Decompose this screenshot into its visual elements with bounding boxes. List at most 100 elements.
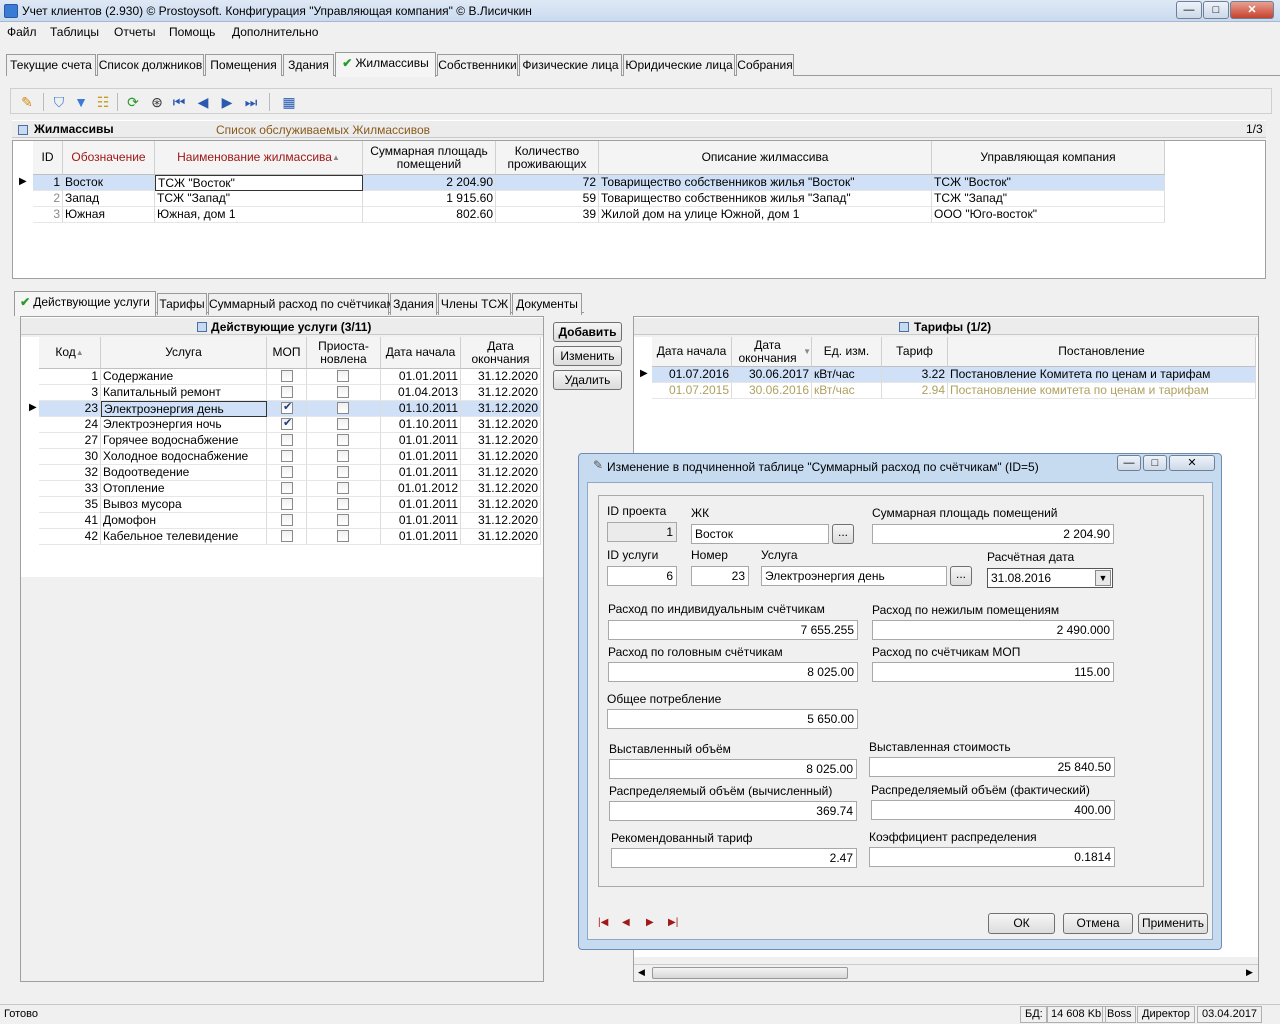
service-name-cell[interactable]: Холодное водоснабжение (101, 449, 267, 465)
suspended-checkbox[interactable] (337, 514, 349, 526)
estate-code-cell[interactable]: Восток (63, 175, 155, 191)
mop-meters-field[interactable]: 115.00 (872, 662, 1114, 682)
col-company[interactable]: Управляющая компания (932, 141, 1165, 175)
tab-meter-totals[interactable]: Суммарный расход по счётчикам (208, 293, 395, 315)
service-code-cell[interactable]: 33 (39, 481, 101, 497)
estate-id-cell[interactable]: 1 (33, 175, 63, 191)
service-name-cell[interactable]: Капитальный ремонт (101, 385, 267, 401)
col-name[interactable]: Наименование жилмассива ▲ (155, 141, 363, 175)
grid-settings-icon[interactable]: ▦ (281, 94, 297, 110)
mop-checkbox[interactable] (281, 514, 293, 526)
scroll-left-icon[interactable]: ◀ (638, 967, 645, 978)
estate-residents-cell[interactable]: 59 (496, 191, 599, 207)
col-resolution[interactable]: Постановление (948, 337, 1256, 367)
dialog-close-button[interactable]: ✕ (1169, 455, 1215, 471)
ok-button[interactable]: ОК (988, 913, 1055, 934)
dialog-minimize-button[interactable]: — (1117, 455, 1141, 471)
mop-checkbox[interactable] (281, 530, 293, 542)
service-code-cell[interactable]: 32 (39, 465, 101, 481)
start-date-cell[interactable]: 01.01.2011 (381, 465, 461, 481)
service-name-cell[interactable]: Горячее водоснабжение (101, 433, 267, 449)
service-name-cell[interactable]: Содержание (101, 369, 267, 385)
mop-checkbox[interactable] (281, 434, 293, 446)
start-date-cell[interactable]: 01.01.2011 (381, 369, 461, 385)
menu-file[interactable]: Файл (7, 25, 37, 39)
first-record-icon[interactable]: |◀ (598, 917, 608, 928)
estate-description-cell[interactable]: Товарищество собственников жилья "Запад" (599, 191, 932, 207)
scroll-thumb[interactable] (652, 967, 848, 979)
service-code-cell[interactable]: 30 (39, 449, 101, 465)
menu-tables[interactable]: Таблицы (50, 25, 99, 39)
end-date-cell[interactable]: 31.12.2020 (461, 513, 541, 529)
estate-name-cell[interactable]: Южная, дом 1 (155, 207, 363, 223)
edit-button[interactable]: Изменить (553, 346, 622, 366)
suspended-checkbox[interactable] (337, 402, 349, 414)
chevron-down-icon[interactable]: ▼ (1095, 570, 1111, 586)
pencil-icon[interactable]: ✎ (19, 94, 35, 110)
tariffs-scrollbar[interactable]: ◀ ▶ (634, 964, 1258, 981)
col-code[interactable]: Обозначение (63, 141, 155, 175)
suspended-checkbox[interactable] (337, 450, 349, 462)
prev-record-icon[interactable]: ◀ (195, 94, 211, 110)
last-record-icon[interactable]: ⏭ (243, 94, 259, 110)
estate-name-cell[interactable]: ТСЖ "Запад" (155, 191, 363, 207)
service-name-cell[interactable]: Домофон (101, 513, 267, 529)
service-id-field[interactable]: 6 (607, 566, 677, 586)
end-date-cell[interactable]: 31.12.2020 (461, 417, 541, 433)
start-date-cell[interactable]: 01.01.2011 (381, 433, 461, 449)
next-record-icon[interactable]: ▶ (219, 94, 235, 110)
calc-date-select[interactable]: 31.08.2016 ▼ (987, 568, 1113, 588)
mop-checkbox[interactable] (281, 466, 293, 478)
service-name-cell[interactable]: Электроэнергия день (101, 401, 267, 417)
tab-individuals[interactable]: Физические лица (519, 54, 622, 76)
mop-checkbox[interactable] (281, 450, 293, 462)
prev-record-icon[interactable]: ◀ (622, 917, 630, 928)
suspended-checkbox[interactable] (337, 530, 349, 542)
suspended-checkbox[interactable] (337, 498, 349, 510)
col-residents[interactable]: Количество проживающих (496, 141, 599, 175)
filter-icon[interactable]: ⛉ (51, 94, 67, 110)
estate-description-cell[interactable]: Жилой дом на улице Южной, дом 1 (599, 207, 932, 223)
last-record-icon[interactable]: ▶| (668, 917, 678, 928)
billed-volume-field[interactable]: 8 025.00 (609, 759, 857, 779)
end-date-cell[interactable]: 31.12.2020 (461, 385, 541, 401)
service-code-cell[interactable]: 41 (39, 513, 101, 529)
filter-clear-icon[interactable]: ▼ (73, 94, 89, 110)
start-date-cell[interactable]: 01.01.2011 (381, 529, 461, 545)
rec-tariff-field[interactable]: 2.47 (611, 848, 857, 868)
suspended-checkbox[interactable] (337, 466, 349, 478)
col-description[interactable]: Описание жилмассива (599, 141, 932, 175)
service-code-cell[interactable]: 23 (39, 401, 101, 417)
close-button[interactable]: ✕ (1230, 1, 1274, 19)
mop-checkbox[interactable] (281, 401, 293, 415)
mop-checkbox[interactable] (281, 417, 293, 431)
col-suspended[interactable]: Приоста-новлена (307, 337, 381, 369)
tab-estates[interactable]: ✔ Жилмассивы (335, 52, 436, 77)
tariff-value-cell[interactable]: 2.94 (882, 383, 948, 399)
tab-tariffs[interactable]: Тарифы (157, 293, 207, 315)
start-date-cell[interactable]: 01.01.2011 (381, 449, 461, 465)
suspended-checkbox[interactable] (337, 434, 349, 446)
main-meters-field[interactable]: 8 025.00 (608, 662, 858, 682)
number-field[interactable]: 23 (691, 566, 749, 586)
col-start-date[interactable]: Дата начала (381, 337, 461, 369)
tab-documents[interactable]: Документы (512, 293, 582, 315)
end-date-cell[interactable]: 31.12.2020 (461, 481, 541, 497)
end-date-cell[interactable]: 31.12.2020 (461, 465, 541, 481)
tab-sub-buildings[interactable]: Здания (390, 293, 437, 315)
tab-owners[interactable]: Собственники (437, 54, 518, 76)
estate-id-cell[interactable]: 2 (33, 191, 63, 207)
estate-company-cell[interactable]: ООО "Юго-восток" (932, 207, 1165, 223)
suspended-checkbox[interactable] (337, 482, 349, 494)
billed-cost-field[interactable]: 25 840.50 (869, 757, 1115, 777)
menu-help[interactable]: Помощь (169, 25, 215, 39)
service-name-cell[interactable]: Отопление (101, 481, 267, 497)
dist-fact-field[interactable]: 400.00 (871, 800, 1115, 820)
col-mop[interactable]: МОП (267, 337, 307, 369)
end-date-cell[interactable]: 31.12.2020 (461, 497, 541, 513)
tree-icon[interactable]: ☷ (95, 94, 111, 110)
estate-description-cell[interactable]: Товарищество собственников жилья "Восток… (599, 175, 932, 191)
menu-reports[interactable]: Отчеты (114, 25, 155, 39)
start-date-cell[interactable]: 01.01.2011 (381, 497, 461, 513)
estate-company-cell[interactable]: ТСЖ "Запад" (932, 191, 1165, 207)
